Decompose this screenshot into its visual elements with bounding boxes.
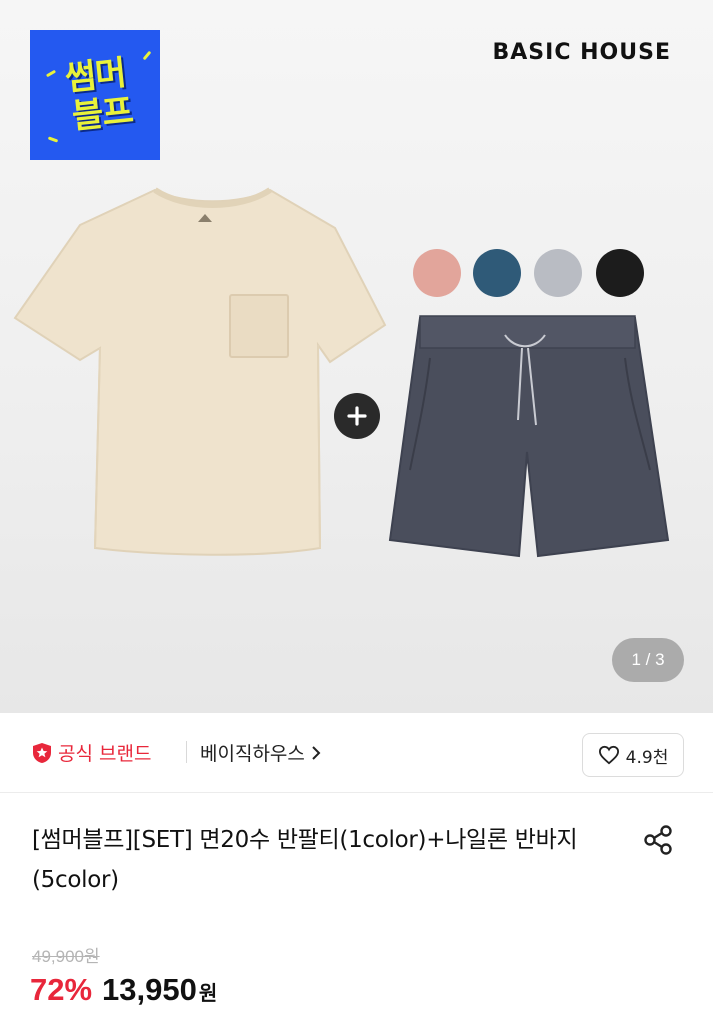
tshirt-image — [13, 187, 387, 556]
plus-icon — [334, 393, 380, 439]
color-swatch-black — [596, 249, 644, 297]
shorts-image — [388, 315, 670, 558]
price-row: 72% 13,950 원 — [30, 972, 217, 1008]
discount-rate: 72% — [30, 972, 93, 1007]
chevron-right-icon — [312, 745, 321, 760]
image-pager: 1 / 3 — [612, 638, 684, 682]
sale-price: 13,950 — [102, 972, 197, 1007]
summer-black-friday-badge: 썸머 블프 — [30, 30, 160, 160]
divider — [186, 741, 187, 763]
original-price: 49,900원 — [32, 947, 100, 966]
product-title: [썸머블프][SET] 면20수 반팔티(1color)+나일론 반바지(5co… — [32, 827, 578, 893]
brand-name: 베이직하우스 — [200, 743, 305, 765]
share-button[interactable] — [638, 820, 678, 860]
official-brand-badge: 공식 브랜드 — [32, 739, 151, 766]
share-icon — [644, 825, 672, 855]
color-swatch-pink — [413, 249, 461, 297]
like-count: 4.9천 — [625, 747, 669, 768]
brand-row: 공식 브랜드 베이직하우스 4.9천 — [0, 713, 713, 793]
official-brand-label: 공식 브랜드 — [58, 743, 152, 765]
brand-shop-link[interactable]: 베이직하우스 — [200, 739, 321, 766]
official-star-icon — [33, 742, 51, 763]
like-button[interactable]: 4.9천 — [582, 733, 684, 777]
currency-unit: 원 — [198, 981, 218, 1005]
color-swatch-gray — [534, 249, 582, 297]
color-swatch-teal — [473, 249, 521, 297]
promo-line-2: 블프 — [69, 90, 135, 138]
brand-logo: BASIC HOUSE — [492, 40, 671, 65]
product-image-carousel[interactable]: 썸머 블프 BASIC HOUSE 1 / 3 — [0, 0, 713, 713]
heart-icon — [598, 745, 619, 765]
